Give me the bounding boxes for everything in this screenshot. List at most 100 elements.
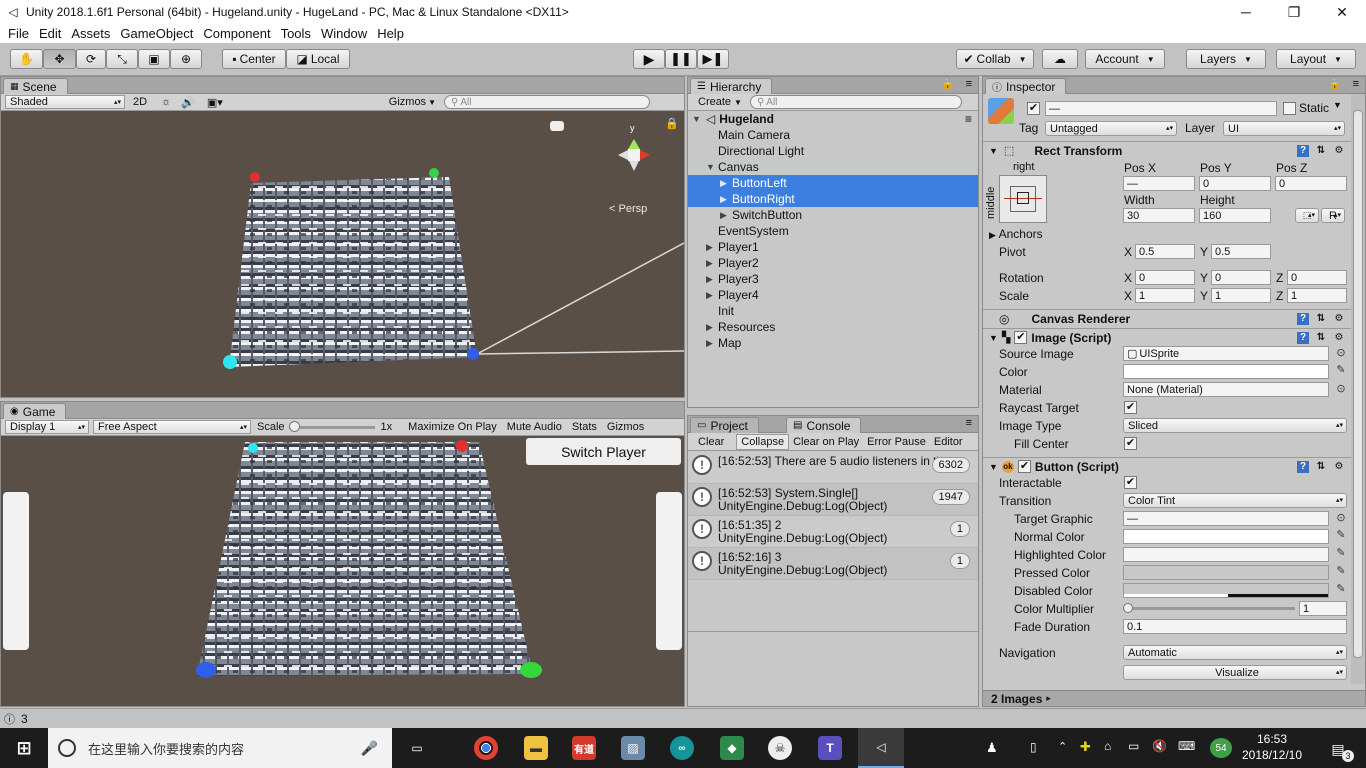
network-icon[interactable]: ⌂ <box>1104 739 1111 753</box>
cloud-button[interactable]: ☁ <box>1042 49 1078 69</box>
menu-file[interactable]: File <box>8 26 29 41</box>
menu-assets[interactable]: Assets <box>71 26 110 41</box>
task-view-icon[interactable]: ▭ <box>405 736 429 760</box>
effects-toggle-icon[interactable]: ▣▾ <box>207 96 223 109</box>
menu-help[interactable]: Help <box>377 26 404 41</box>
button-enabled-checkbox[interactable]: ✔ <box>1017 460 1031 473</box>
hierarchy-item[interactable]: ▶ SwitchButton <box>688 207 978 223</box>
scene-viewport[interactable]: y 🔒 < Persp <box>1 111 684 397</box>
mute-audio-toggle[interactable]: Mute Audio <box>507 421 562 433</box>
hierarchy-item[interactable]: ▶ Player1 <box>688 239 978 255</box>
tray-app-icon[interactable]: ✚ <box>1080 739 1091 755</box>
button-left[interactable] <box>3 492 29 650</box>
hierarchy-item[interactable]: EventSystem <box>688 223 978 239</box>
expand-arrow-icon[interactable]: ▶ <box>706 290 716 301</box>
unity-taskbar-icon[interactable]: ◁ <box>858 728 904 768</box>
raw-edit-button[interactable]: R <box>1321 208 1345 223</box>
menu-tools[interactable]: Tools <box>281 26 311 41</box>
expand-arrow-icon[interactable]: ▶ <box>720 178 730 189</box>
windows-start-button[interactable]: ⊞ <box>12 736 36 760</box>
hierarchy-item[interactable]: ▶ Player2 <box>688 255 978 271</box>
hierarchy-item[interactable]: ▶ Resources <box>688 319 978 335</box>
transform-tool-button[interactable]: ⊕ <box>170 49 202 69</box>
menu-edit[interactable]: Edit <box>39 26 61 41</box>
canvas-gear-icon[interactable]: ⚙ <box>1333 313 1345 325</box>
scale-x-field[interactable]: 1 <box>1135 288 1195 303</box>
interactable-checkbox[interactable]: ✔ <box>1124 476 1137 489</box>
rotation-z-field[interactable]: 0 <box>1287 270 1347 285</box>
gameobject-name-field[interactable]: — <box>1045 101 1277 116</box>
inspector-lock-icon[interactable]: 🔒 <box>1329 79 1341 90</box>
material-picker-icon[interactable]: ⊙ <box>1335 383 1347 395</box>
expand-arrow-icon[interactable]: ▶ <box>706 338 716 349</box>
hierarchy-item[interactable]: ▼ Canvas <box>688 159 978 175</box>
hierarchy-item[interactable]: Main Camera <box>688 127 978 143</box>
device-icon[interactable]: ▯ <box>1030 740 1037 754</box>
scene-search-input[interactable]: ⚲ All <box>443 95 650 109</box>
menu-component[interactable]: Component <box>203 26 270 41</box>
photos-icon[interactable]: ▨ <box>621 736 645 760</box>
shading-mode-dropdown[interactable]: Shaded <box>5 95 125 109</box>
game-viewport[interactable]: Switch Player <box>1 436 684 706</box>
rect-tool-button[interactable]: ▣ <box>138 49 170 69</box>
microphone-icon[interactable]: 🎤 <box>361 740 378 757</box>
battery-icon[interactable]: ▭ <box>1128 739 1139 753</box>
scene-expand-icon[interactable]: ▼ <box>692 114 702 124</box>
normal-color-swatch[interactable] <box>1123 529 1329 544</box>
scale-slider[interactable] <box>288 420 375 434</box>
persp-label[interactable]: < Persp <box>609 203 647 215</box>
hierarchy-item[interactable]: Init <box>688 303 978 319</box>
scale-z-field[interactable]: 1 <box>1287 288 1347 303</box>
taskbar-clock[interactable]: 16:53 2018/12/10 <box>1240 731 1304 763</box>
scene-gizmos-dropdown[interactable]: Gizmos <box>389 96 426 108</box>
play-button[interactable]: ▶ <box>633 49 665 69</box>
inspector-menu-icon[interactable]: ≡ <box>1353 78 1359 90</box>
tab-project[interactable]: ▭ Project <box>690 417 759 433</box>
pivot-x-field[interactable]: 0.5 <box>1135 244 1195 259</box>
preview-footer[interactable]: 2 Images ▸ <box>983 690 1365 706</box>
presets-icon[interactable]: ⇅ <box>1315 145 1327 157</box>
color-multiplier-field[interactable]: 1 <box>1299 601 1347 616</box>
width-field[interactable]: 30 <box>1123 208 1195 223</box>
scene-lock-icon[interactable]: 🔒 <box>665 117 679 130</box>
color-swatch[interactable] <box>1123 364 1329 379</box>
disabled-color-eyedropper-icon[interactable]: ✎ <box>1335 583 1347 595</box>
pressed-color-swatch[interactable] <box>1123 565 1329 580</box>
rotate-tool-button[interactable]: ⟳ <box>76 49 106 69</box>
tag-dropdown[interactable]: Untagged <box>1045 121 1177 136</box>
layers-dropdown[interactable]: Layers ▼ <box>1186 49 1266 69</box>
help-icon[interactable]: ? <box>1297 144 1309 157</box>
pivot-y-field[interactable]: 0.5 <box>1211 244 1271 259</box>
hierarchy-search-input[interactable]: ⚲ All <box>749 95 962 109</box>
menu-window[interactable]: Window <box>321 26 367 41</box>
canvas-help-icon[interactable]: ? <box>1297 312 1309 325</box>
inspector-scrollbar[interactable] <box>1351 94 1365 684</box>
expand-arrow-icon[interactable]: ▶ <box>706 258 716 269</box>
console-collapse-toggle[interactable]: Collapse <box>736 433 790 450</box>
target-graphic-field[interactable]: — <box>1123 511 1329 526</box>
scale-tool-button[interactable]: ⤡ <box>106 49 138 69</box>
arduino-icon[interactable]: ∞ <box>670 736 694 760</box>
visualize-button[interactable]: Visualize <box>1123 665 1347 680</box>
hierarchy-menu-icon[interactable]: ≡ <box>966 78 972 90</box>
keyboard-icon[interactable]: ⌨ <box>1178 739 1195 753</box>
button-presets-icon[interactable]: ⇅ <box>1315 461 1327 473</box>
tab-game[interactable]: ◉ Game <box>3 403 67 419</box>
switch-player-button[interactable]: Switch Player <box>526 438 681 465</box>
menu-gameobject[interactable]: GameObject <box>120 26 193 41</box>
hierarchy-item[interactable]: ▶ Player4 <box>688 287 978 303</box>
canvas-renderer-header[interactable]: ◎ Canvas Renderer ? ⇅ ⚙ <box>983 309 1351 327</box>
expand-arrow-icon[interactable]: ▶ <box>720 194 730 205</box>
highlighted-color-swatch[interactable] <box>1123 547 1329 562</box>
layout-dropdown[interactable]: Layout ▼ <box>1276 49 1356 69</box>
teams-icon[interactable]: T <box>818 736 842 760</box>
static-arrow-icon[interactable]: ▼ <box>1333 100 1342 110</box>
image-script-header[interactable]: ▼ ▚ ✔ Image (Script) ? ⇅ ⚙ <box>983 328 1351 346</box>
console-clear-on-play-toggle[interactable]: Clear on Play <box>793 436 859 448</box>
pivot-local-button[interactable]: ◪ Local <box>286 49 350 69</box>
volume-muted-icon[interactable]: 🔇 <box>1152 739 1167 753</box>
hierarchy-lock-icon[interactable]: 🔒 <box>942 79 954 90</box>
console-clear-button[interactable]: Clear <box>698 436 724 448</box>
inspector-scrollbar-thumb[interactable] <box>1353 110 1363 658</box>
move-tool-button[interactable]: ✥ <box>43 49 76 69</box>
